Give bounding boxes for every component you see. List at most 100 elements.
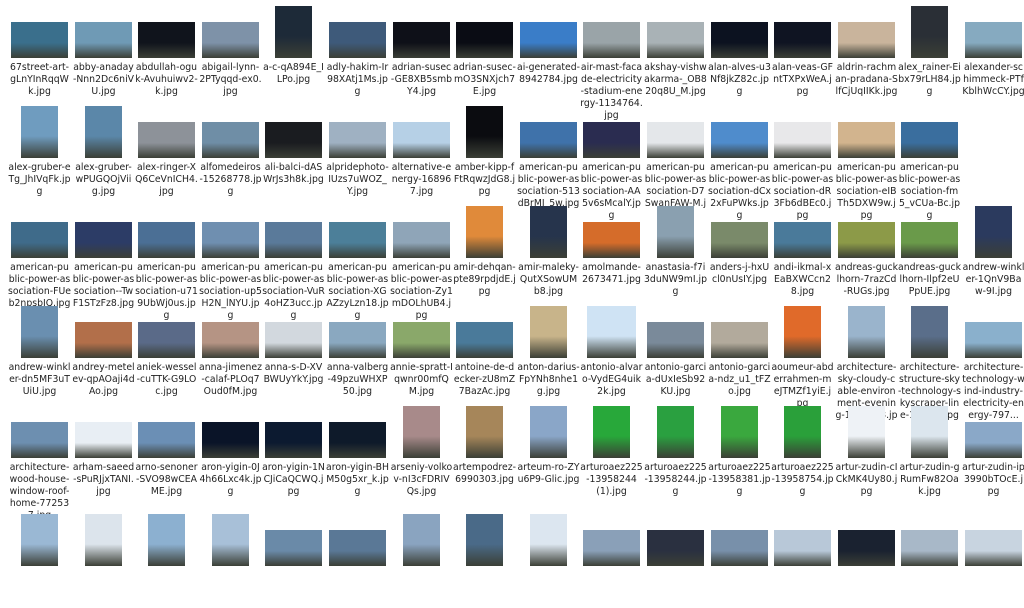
file-item[interactable]: alex-ringer-XQ6CeVnICH4.jpg (135, 100, 198, 200)
image-thumbnail[interactable] (965, 22, 1022, 58)
image-thumbnail[interactable] (202, 22, 259, 58)
file-item[interactable]: aldrin-rachman-pradana-SlfCjUqIIKk.jpg (835, 0, 898, 100)
image-thumbnail[interactable] (965, 322, 1022, 358)
file-item[interactable]: andreas-gucklhorn-Ilpf2eUPpUE.jpg (898, 200, 961, 300)
file-item[interactable]: andrew-winkler-dn5MF3uTUiU.jpg (8, 300, 71, 400)
image-thumbnail[interactable] (965, 422, 1022, 458)
file-item[interactable]: architecture-structure-sky-technology-sk… (898, 300, 961, 421)
image-thumbnail[interactable] (148, 514, 185, 566)
file-item[interactable]: antoine-de-decker-zU8mZ7BazAc.jpg (453, 300, 516, 400)
file-item[interactable]: amir-dehqan-pte89rpdjdE.jpg (453, 200, 516, 300)
image-thumbnail[interactable] (21, 514, 58, 566)
file-item[interactable]: alex_rainer-Eibx79rLH84.jpg (898, 0, 961, 100)
image-thumbnail[interactable] (21, 106, 58, 158)
image-thumbnail[interactable] (784, 306, 821, 358)
file-item[interactable]: alternative-energy-168967.jpg (390, 100, 453, 200)
file-item[interactable]: amir-maleky-QutXSowUMb8.jpg (517, 200, 580, 300)
file-item[interactable]: aron-yigin-1NCJiCaQCWQ.jpg (262, 400, 325, 500)
image-thumbnail[interactable] (530, 206, 567, 258)
file-item[interactable]: american-public-power-association-XGAZzy… (326, 200, 389, 321)
file-item[interactable]: artur-zudin-ip3990bTOcE.jpg (962, 400, 1024, 500)
file-item[interactable]: artempodrez-6990303.jpg (453, 400, 516, 500)
image-thumbnail[interactable] (975, 206, 1012, 258)
image-thumbnail[interactable] (393, 322, 450, 358)
image-thumbnail[interactable] (784, 406, 821, 458)
image-thumbnail[interactable] (329, 530, 386, 566)
file-item[interactable]: air-mast-facade-electricity-stadium-ener… (580, 0, 643, 121)
image-thumbnail[interactable] (774, 222, 831, 258)
image-thumbnail[interactable] (202, 222, 259, 258)
image-thumbnail[interactable] (774, 530, 831, 566)
file-item[interactable]: american-public-power-association-eIBTh5… (835, 100, 898, 221)
image-thumbnail[interactable] (393, 22, 450, 58)
file-item[interactable]: arno-senoner-SVO98wCEAME.jpg (135, 400, 198, 500)
file-item[interactable] (8, 508, 71, 608)
image-thumbnail[interactable] (393, 222, 450, 258)
file-item[interactable]: antonio-alvaro-VydEG4uik2k.jpg (580, 300, 643, 400)
file-item[interactable]: arturoaez225-13958244 (1).jpg (580, 400, 643, 500)
image-thumbnail[interactable] (329, 422, 386, 458)
file-item[interactable]: adrian-susec-mO3SNXjch7E.jpg (453, 0, 516, 100)
file-item[interactable]: american-public-power-association-VuR4oH… (262, 200, 325, 321)
image-thumbnail[interactable] (711, 530, 768, 566)
image-thumbnail[interactable] (838, 122, 895, 158)
image-thumbnail[interactable] (711, 122, 768, 158)
image-thumbnail[interactable] (583, 22, 640, 58)
image-thumbnail[interactable] (138, 322, 195, 358)
file-item[interactable] (962, 508, 1024, 608)
file-item[interactable]: andrew-winkler-1QnV9Baw-9I.jpg (962, 200, 1024, 300)
file-item[interactable]: adly-hakim-Ir98XAtj1Ms.jpg (326, 0, 389, 100)
file-item[interactable]: artur-zudin-cICkMK4Uy80.jpg (835, 400, 898, 500)
image-thumbnail[interactable] (838, 22, 895, 58)
file-item[interactable]: akshay-vishwakarma-_OB820q8U_M.jpg (644, 0, 707, 100)
file-item[interactable] (771, 508, 834, 608)
file-item[interactable] (708, 508, 771, 608)
image-thumbnail[interactable] (11, 222, 68, 258)
file-item[interactable]: american-public-power-association-u719Ub… (135, 200, 198, 321)
image-thumbnail[interactable] (138, 222, 195, 258)
image-thumbnail[interactable] (530, 406, 567, 458)
image-thumbnail[interactable] (583, 122, 640, 158)
image-thumbnail[interactable] (593, 406, 630, 458)
image-thumbnail[interactable] (456, 22, 513, 58)
image-thumbnail[interactable] (202, 322, 259, 358)
image-thumbnail[interactable] (466, 406, 503, 458)
image-thumbnail[interactable] (329, 322, 386, 358)
image-thumbnail[interactable] (466, 206, 503, 258)
file-item[interactable]: arseniy-volkov-nI3cFDRIVQs.jpg (390, 400, 453, 500)
file-item[interactable]: american-public-power-association-up5H2N… (199, 200, 262, 321)
image-thumbnail[interactable] (848, 406, 885, 458)
file-item[interactable]: aron-yigin-BHM50g5xr_k.jpg (326, 400, 389, 500)
image-thumbnail[interactable] (901, 530, 958, 566)
image-thumbnail[interactable] (265, 322, 322, 358)
image-thumbnail[interactable] (838, 222, 895, 258)
image-thumbnail[interactable] (466, 514, 503, 566)
file-item[interactable] (262, 508, 325, 608)
file-item[interactable]: american-public-power-association-D7Swan… (644, 100, 707, 221)
file-item[interactable]: andi-ikmal-xEaBXWCcn28.jpg (771, 200, 834, 300)
image-thumbnail[interactable] (848, 306, 885, 358)
image-thumbnail[interactable] (901, 222, 958, 258)
image-thumbnail[interactable] (838, 530, 895, 566)
image-thumbnail[interactable] (587, 306, 636, 358)
file-item[interactable]: anastasia-f7i3duNW9mI.jpg (644, 200, 707, 300)
file-item[interactable]: american-public-power-association-AA5v6s… (580, 100, 643, 221)
file-item[interactable]: a-c-qA894E_ILPo.jpg (262, 0, 325, 100)
image-thumbnail[interactable] (911, 6, 948, 58)
file-item[interactable]: arturoaez225-13958244.jpg (644, 400, 707, 500)
file-item[interactable]: aniek-wessel-cuTTK-G9LOc.jpg (135, 300, 198, 400)
image-thumbnail[interactable] (530, 514, 567, 566)
image-thumbnail[interactable] (466, 106, 503, 158)
file-item[interactable]: arturoaez225-13958381.jpg (708, 400, 771, 500)
image-thumbnail[interactable] (202, 122, 259, 158)
file-item[interactable]: artur-zudin-gRumFw82Oak.jpg (898, 400, 961, 500)
image-thumbnail[interactable] (711, 322, 768, 358)
file-item[interactable]: american-public-power-association-513dBr… (517, 100, 580, 209)
file-item[interactable]: andreas-gucklhorn-7razCd-RUGs.jpg (835, 200, 898, 300)
image-thumbnail[interactable] (265, 530, 322, 566)
file-item[interactable]: aron-yigin-0J4h66Lxc4k.jpg (199, 400, 262, 500)
file-item[interactable]: ali-balci-dASWrJs3h8k.jpg (262, 100, 325, 200)
file-item[interactable]: andrey-metelev-qpAOaji4dAo.jpg (72, 300, 135, 400)
image-thumbnail[interactable] (202, 422, 259, 458)
file-item[interactable]: anna-jimenez-calaf-PLOq7Oud0fM.jpg (199, 300, 262, 400)
